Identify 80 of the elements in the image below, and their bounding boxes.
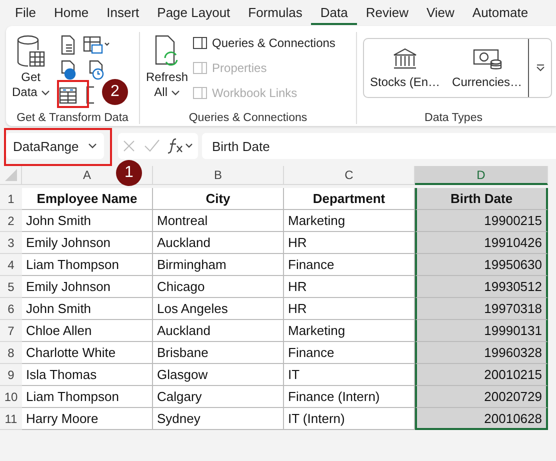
function-icon[interactable] xyxy=(168,138,194,154)
table-cell: Los Angeles xyxy=(153,298,284,320)
table-cell: Glasgow xyxy=(153,364,284,386)
banknote-icon[interactable] xyxy=(472,47,502,71)
table-cell: Sydney xyxy=(153,408,284,430)
table-cell: Department xyxy=(284,188,415,210)
ribbon-tab[interactable]: Insert xyxy=(98,0,148,24)
ribbon-item[interactable]: Queries & Connections xyxy=(192,32,336,53)
check-icon[interactable] xyxy=(144,139,160,153)
table-cell: IT xyxy=(284,364,415,386)
name-box[interactable]: DataRange xyxy=(6,133,104,159)
table-cell: 19900215 xyxy=(415,210,548,232)
ribbon-tab[interactable]: Page Layout xyxy=(148,0,240,24)
pane-icon xyxy=(192,34,208,50)
table-cell: Auckland xyxy=(153,320,284,342)
step-badge: 1 xyxy=(116,160,142,186)
formula-field[interactable]: Birth Date xyxy=(202,133,556,159)
caret-icon xyxy=(170,90,180,96)
refresh-all-button[interactable]: Refresh All xyxy=(146,32,188,112)
table-cell: Liam Thompson xyxy=(22,386,153,408)
corner-icon xyxy=(4,169,16,181)
table-cell: 19990131 xyxy=(415,320,548,342)
group-label: Get & Transform Data xyxy=(16,112,130,124)
table-cell: John Smith xyxy=(22,210,153,232)
table-cell: Marketing xyxy=(284,320,415,342)
table-camera-icon[interactable] xyxy=(82,34,110,56)
ribbon-tab[interactable]: Home xyxy=(44,0,98,24)
highlight-frame xyxy=(57,80,89,108)
table-cell: HR xyxy=(284,298,415,320)
table-cell: 19970318 xyxy=(415,298,548,320)
table-cell: 20010215 xyxy=(415,364,548,386)
table-cell: 19930512 xyxy=(415,276,548,298)
table-cell: HR xyxy=(284,232,415,254)
column-header[interactable]: C xyxy=(284,166,415,185)
group-label: Data Types xyxy=(424,112,484,124)
ribbon-tab[interactable]: Review xyxy=(356,0,418,24)
table-cell: 20020729 xyxy=(415,386,548,408)
table-cell: 20010628 xyxy=(415,408,548,430)
table-cell: City xyxy=(153,188,284,210)
table-cell: Liam Thompson xyxy=(22,254,153,276)
pane-icon xyxy=(192,84,208,100)
table-cell: Isla Thomas xyxy=(22,364,153,386)
pane-icon xyxy=(192,60,208,76)
table-cell: Calgary xyxy=(153,386,284,408)
ribbon-tab[interactable]: View xyxy=(417,0,464,24)
table-cell: HR xyxy=(284,276,415,298)
table-cell: IT (Intern) xyxy=(284,408,415,430)
table-cell: Chloe Allen xyxy=(22,320,153,342)
table-cell: John Smith xyxy=(22,298,153,320)
table-cell: Harry Moore xyxy=(22,408,153,430)
table-cell: Finance xyxy=(284,342,415,364)
table-cell: Finance xyxy=(284,254,415,276)
expand-icon xyxy=(536,64,545,72)
table-cell: 19910426 xyxy=(415,232,548,254)
table-cell: Chicago xyxy=(153,276,284,298)
table-cell: Emily Johnson xyxy=(22,276,153,298)
data-type-item[interactable]: Stocks (En… xyxy=(364,39,446,97)
table-cell: Auckland xyxy=(153,232,284,254)
table-cell: 19960328 xyxy=(415,342,548,364)
table-cell: Montreal xyxy=(153,210,284,232)
table-cell: Emily Johnson xyxy=(22,232,153,254)
column-header[interactable]: B xyxy=(153,166,284,185)
dropdown-icon xyxy=(88,143,97,149)
group-label: Queries & Connections xyxy=(188,112,308,124)
table-cell: Charlotte White xyxy=(22,342,153,364)
column-header[interactable]: D xyxy=(415,166,548,185)
table-cell: Birth Date xyxy=(415,188,548,210)
ribbon-tab[interactable]: Automate xyxy=(463,0,538,24)
table-cell: Brisbane xyxy=(153,342,284,364)
bank-icon[interactable] xyxy=(392,47,418,71)
table-cell: Birmingham xyxy=(153,254,284,276)
table-cell: Employee Name xyxy=(22,188,153,210)
table-cell: Finance (Intern) xyxy=(284,386,415,408)
get-data-button[interactable]: Get Data xyxy=(12,32,50,112)
table-cell: Marketing xyxy=(284,210,415,232)
ribbon-tab[interactable]: Formulas xyxy=(239,0,312,24)
table-cell: 19950630 xyxy=(415,254,548,276)
ribbon-tab[interactable]: File xyxy=(6,0,45,24)
data-type-item[interactable]: Currencies… xyxy=(446,39,528,97)
caret-icon xyxy=(40,90,50,96)
